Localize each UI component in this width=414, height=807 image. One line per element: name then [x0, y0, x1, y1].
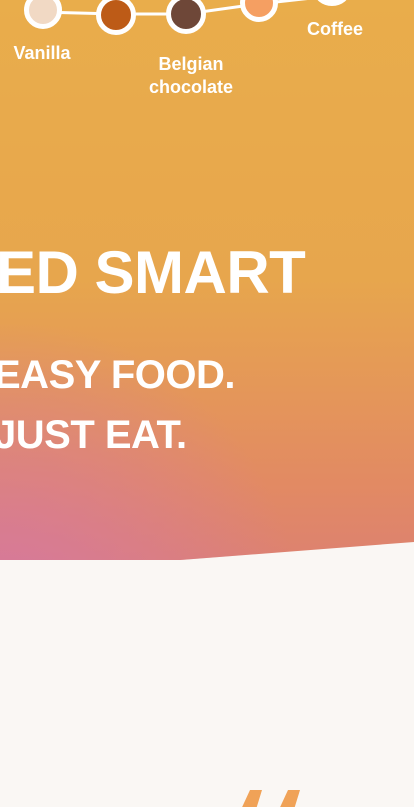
hero-tagline-line2: JUST EAT.: [0, 413, 187, 457]
flavor-label-belgian-line2: chocolate: [148, 77, 234, 97]
flavor-label-belgian-line1: Belgian: [158, 54, 224, 74]
hero-section: Vanilla Belgian chocolate Coffee ED SMAR…: [0, 0, 414, 574]
flavor-label-belgian-chocolate[interactable]: Belgian chocolate: [136, 53, 246, 99]
hero-tagline-line1: EASY FOOD.: [0, 353, 235, 397]
flavor-label-vanilla[interactable]: Vanilla: [0, 42, 84, 65]
page: Vanilla Belgian chocolate Coffee ED SMAR…: [0, 0, 414, 807]
lower-section: [0, 560, 414, 807]
hero-headline: ED SMART: [0, 239, 306, 306]
flavor-label-coffee[interactable]: Coffee: [292, 18, 378, 41]
quote-marks-icon: [242, 790, 300, 807]
